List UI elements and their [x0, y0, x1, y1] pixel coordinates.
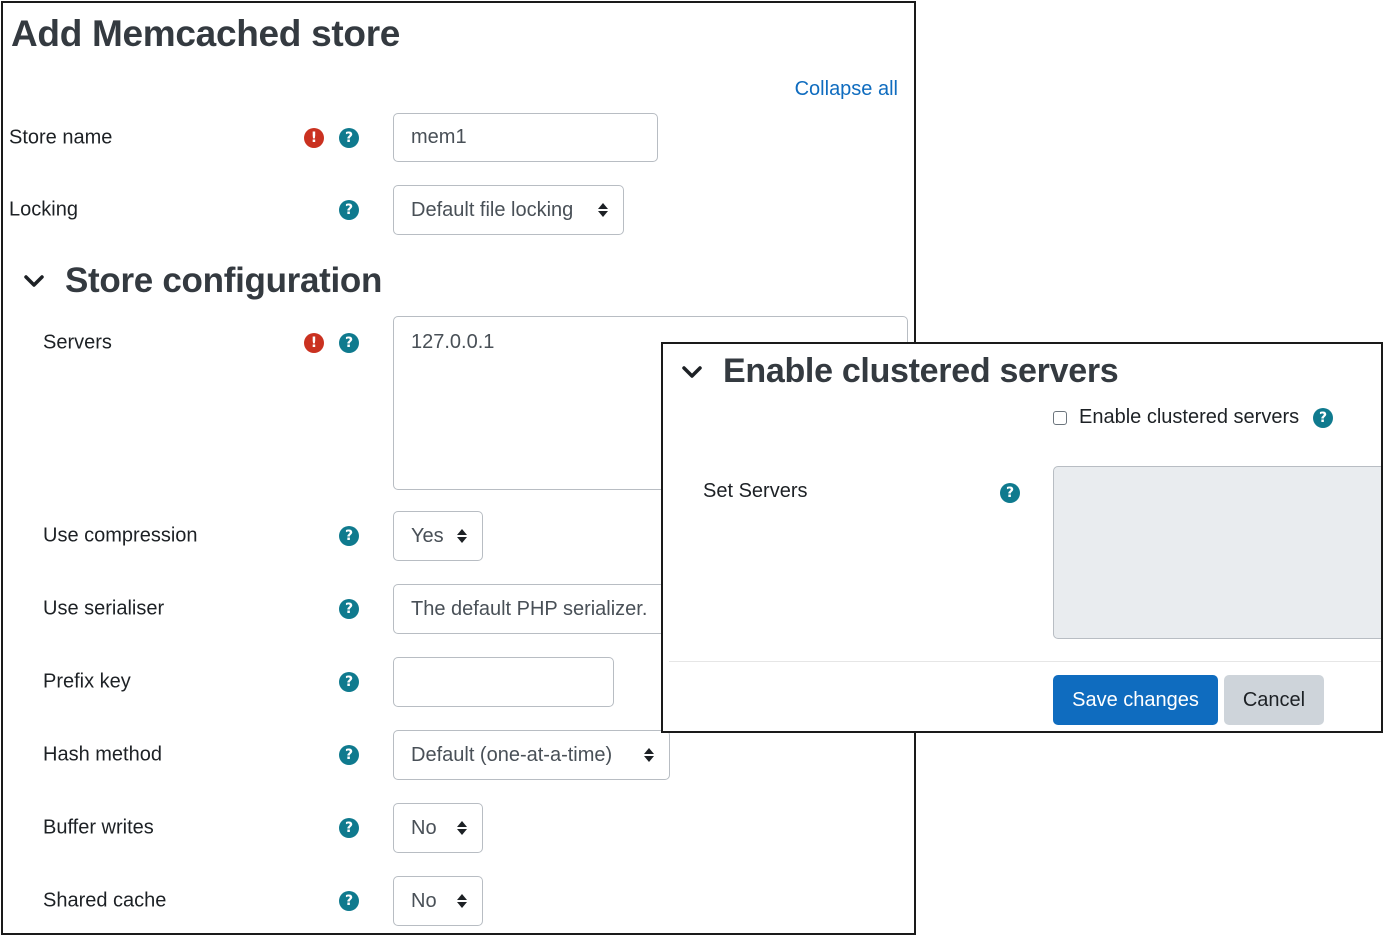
locking-select[interactable]: Default file locking: [393, 185, 624, 235]
store-name-label: Store name: [9, 126, 113, 149]
store-configuration-section-toggle[interactable]: Store configuration: [23, 261, 382, 301]
store-name-row: Store name ! ? mem1: [3, 113, 914, 163]
chevron-down-icon: [682, 365, 702, 378]
shared-cache-label: Shared cache: [43, 889, 167, 912]
help-icon[interactable]: ?: [339, 200, 359, 220]
store-name-value: mem1: [411, 126, 467, 148]
locking-label: Locking: [9, 198, 78, 221]
hash-method-row: Hash method ? Default (one-at-a-time): [3, 730, 914, 780]
locking-row: Locking ? Default file locking: [3, 185, 914, 235]
help-icon[interactable]: ?: [339, 891, 359, 911]
locking-selected-value: Default file locking: [411, 198, 574, 221]
use-serialiser-label: Use serialiser: [43, 597, 165, 620]
hash-method-selected-value: Default (one-at-a-time): [411, 743, 613, 766]
set-servers-help: ?: [1000, 483, 1020, 503]
use-serialiser-selected-value: The default PHP serializer.: [411, 597, 648, 620]
clustered-servers-panel: Enable clustered servers Enable clustere…: [661, 342, 1383, 733]
sort-caret-icon: [457, 821, 467, 835]
save-changes-button[interactable]: Save changes: [1053, 675, 1218, 725]
buffer-writes-label: Buffer writes: [43, 816, 154, 839]
help-icon[interactable]: ?: [339, 333, 359, 353]
set-servers-label: Set Servers: [703, 480, 808, 502]
store-name-input[interactable]: mem1: [393, 113, 658, 162]
enable-clustered-checkbox[interactable]: [1053, 410, 1067, 425]
required-icon: !: [304, 128, 324, 148]
chevron-down-icon: [24, 275, 44, 287]
page-title: Add Memcached store: [11, 13, 401, 54]
section-title: Store configuration: [65, 261, 383, 300]
help-icon[interactable]: ?: [339, 672, 359, 692]
shared-cache-row: Shared cache ? No: [3, 876, 914, 926]
prefix-key-input[interactable]: [393, 657, 614, 707]
shared-cache-select[interactable]: No: [393, 876, 483, 926]
hash-method-label: Hash method: [43, 743, 162, 766]
required-icon: !: [304, 333, 324, 353]
help-icon[interactable]: ?: [1313, 407, 1334, 428]
cancel-button[interactable]: Cancel: [1224, 675, 1324, 725]
help-icon[interactable]: ?: [339, 745, 359, 765]
help-icon[interactable]: ?: [339, 818, 359, 838]
servers-label: Servers: [43, 331, 112, 354]
sort-caret-icon: [457, 529, 467, 543]
help-icon[interactable]: ?: [339, 599, 359, 619]
help-icon[interactable]: ?: [339, 526, 359, 546]
help-icon[interactable]: ?: [1000, 483, 1020, 503]
help-icon[interactable]: ?: [339, 128, 359, 148]
clustered-servers-section-toggle[interactable]: Enable clustered servers: [681, 352, 1119, 391]
sort-caret-icon: [644, 748, 654, 762]
set-servers-textarea[interactable]: [1053, 466, 1381, 639]
use-compression-selected-value: Yes: [411, 524, 444, 547]
buffer-writes-select[interactable]: No: [393, 803, 483, 853]
buffer-writes-row: Buffer writes ? No: [3, 803, 914, 853]
sort-caret-icon: [598, 203, 608, 217]
divider: [669, 661, 1381, 662]
shared-cache-selected-value: No: [411, 889, 437, 912]
enable-clustered-checkbox-row: Enable clustered servers ?: [1053, 406, 1334, 429]
buffer-writes-selected-value: No: [411, 816, 437, 839]
collapse-all-link[interactable]: Collapse all: [795, 78, 898, 101]
prefix-key-label: Prefix key: [43, 670, 131, 693]
use-compression-label: Use compression: [43, 524, 198, 547]
enable-clustered-label[interactable]: Enable clustered servers: [1079, 406, 1299, 429]
clustered-section-title: Enable clustered servers: [723, 352, 1119, 390]
sort-caret-icon: [457, 894, 467, 908]
use-compression-select[interactable]: Yes: [393, 511, 483, 561]
servers-value: 127.0.0.1: [411, 331, 495, 353]
hash-method-select[interactable]: Default (one-at-a-time): [393, 730, 670, 780]
